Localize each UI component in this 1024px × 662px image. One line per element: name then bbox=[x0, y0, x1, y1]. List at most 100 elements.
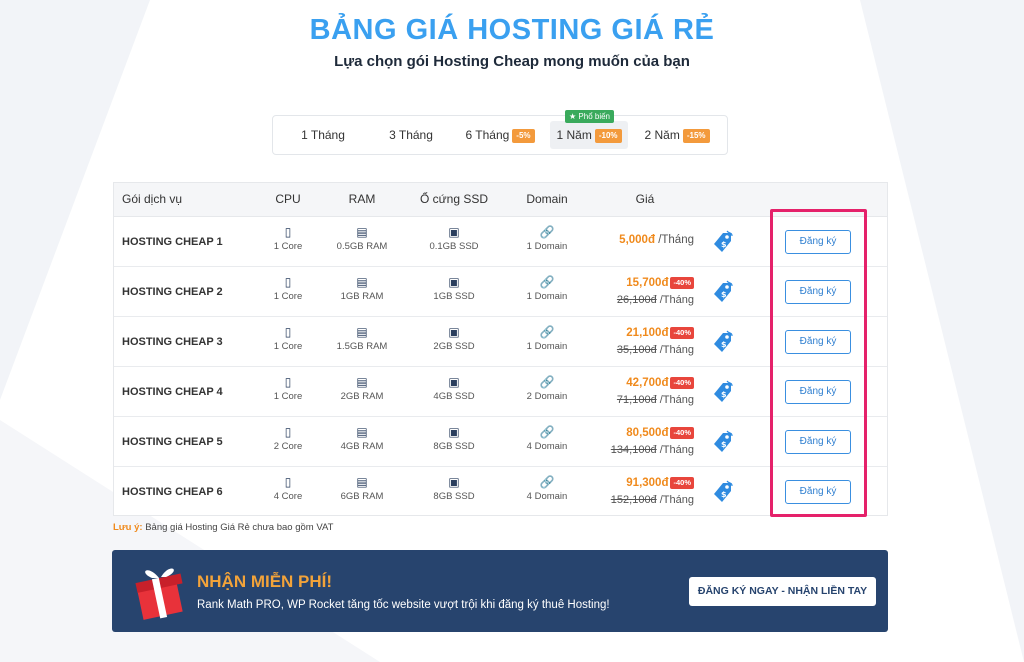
vat-note: Lưu ý: Bảng giá Hosting Giá Rẻ chưa bao … bbox=[113, 522, 334, 533]
price-tag-icon: $ bbox=[711, 480, 733, 504]
discount-badge: -40% bbox=[670, 277, 694, 289]
promo-title: NHẬN MIỄN PHÍ! bbox=[197, 572, 333, 591]
price: 21,100đ -40% bbox=[626, 327, 694, 339]
svg-text:$: $ bbox=[721, 490, 727, 499]
ram-spec: ▤ 6GB RAM bbox=[322, 473, 402, 502]
promo-description: Rank Math PRO, WP Rocket tăng tốc websit… bbox=[197, 599, 610, 611]
period-tabs: 1 Tháng 3 Tháng 6 Tháng -5% 1 Năm -10% 2 N… bbox=[272, 115, 728, 155]
header-ram: RAM bbox=[348, 192, 376, 206]
ssd-spec: ▣ 0.1GB SSD bbox=[414, 223, 494, 252]
link-icon: 🔗 bbox=[539, 475, 555, 489]
hdd-icon: ▣ bbox=[448, 475, 460, 489]
price-tag-icon: $ bbox=[711, 330, 733, 354]
discount-badge: -5% bbox=[512, 128, 535, 143]
table-header: Gói dịch vụ CPU RAM Ổ cứng SSD Domain Gi… bbox=[114, 183, 887, 217]
register-button[interactable]: Đăng ký bbox=[785, 380, 851, 404]
memory-icon: ▤ bbox=[356, 325, 368, 339]
table-row: HOSTING CHEAP 1 ▯ 1 Core ▤ 0.5GB RAM ▣ 0.1GB S… bbox=[114, 217, 887, 267]
domain-spec: 🔗 1 Domain bbox=[507, 273, 587, 302]
price: 5,000đ /Tháng bbox=[619, 234, 694, 246]
tab-3-month[interactable]: 3 Tháng bbox=[379, 121, 443, 149]
memory-icon: ▤ bbox=[356, 275, 368, 289]
table-row: HOSTING CHEAP 5 ▯ 2 Core ▤ 4GB RAM ▣ 8GB SSD 🔗 4… bbox=[114, 417, 887, 467]
chip-icon: ▯ bbox=[284, 375, 292, 389]
hdd-icon: ▣ bbox=[448, 275, 460, 289]
domain-spec: 🔗 2 Domain bbox=[507, 373, 587, 402]
svg-text:$: $ bbox=[721, 340, 727, 349]
header-cpu: CPU bbox=[275, 192, 301, 206]
discount-badge: -10% bbox=[594, 128, 622, 143]
table-row: HOSTING CHEAP 6 ▯ 4 Core ▤ 6GB RAM ▣ 8GB SSD 🔗 4… bbox=[114, 467, 887, 517]
price: 91,300đ -40% bbox=[626, 477, 694, 489]
register-button[interactable]: Đăng ký bbox=[785, 430, 851, 454]
price-tag-icon: $ bbox=[711, 380, 733, 404]
hdd-icon: ▣ bbox=[448, 225, 460, 239]
register-button[interactable]: Đăng ký bbox=[785, 230, 851, 254]
discount-badge: -40% bbox=[670, 477, 694, 489]
plan-name: HOSTING CHEAP 4 bbox=[122, 386, 223, 398]
link-icon: 🔗 bbox=[539, 225, 555, 239]
register-now-button[interactable]: ĐĂNG KÝ NGAY - NHẬN LIỀN TAY bbox=[689, 577, 876, 606]
header-price: Giá bbox=[635, 192, 655, 206]
tab-2-year[interactable]: 2 Năm -15% bbox=[638, 121, 716, 149]
register-button[interactable]: Đăng ký bbox=[785, 480, 851, 504]
star-icon: ★ bbox=[569, 112, 577, 121]
register-button[interactable]: Đăng ký bbox=[785, 330, 851, 354]
plan-name: HOSTING CHEAP 6 bbox=[122, 486, 223, 498]
discount-badge: -15% bbox=[682, 128, 710, 143]
cpu-spec: ▯ 1 Core bbox=[248, 323, 328, 352]
svg-text:$: $ bbox=[721, 440, 727, 449]
domain-spec: 🔗 4 Domain bbox=[507, 423, 587, 452]
ssd-spec: ▣ 1GB SSD bbox=[414, 273, 494, 302]
link-icon: 🔗 bbox=[539, 275, 555, 289]
gift-icon bbox=[135, 568, 183, 620]
domain-spec: 🔗 4 Domain bbox=[507, 473, 587, 502]
cpu-spec: ▯ 4 Core bbox=[248, 473, 328, 502]
price: 42,700đ -40% bbox=[626, 377, 694, 389]
ram-spec: ▤ 0.5GB RAM bbox=[322, 223, 402, 252]
promo-banner: NHẬN MIỄN PHÍ! Rank Math PRO, WP Rocket … bbox=[112, 550, 888, 632]
hdd-icon: ▣ bbox=[448, 425, 460, 439]
chip-icon: ▯ bbox=[284, 325, 292, 339]
tab-6-month[interactable]: 6 Tháng -5% bbox=[459, 121, 541, 149]
chip-icon: ▯ bbox=[284, 475, 292, 489]
page-subtitle: Lựa chọn gói Hosting Cheap mong muốn của… bbox=[334, 53, 690, 70]
old-price: 26,100đ /Tháng bbox=[616, 294, 694, 306]
price: 80,500đ -40% bbox=[626, 427, 694, 439]
price-tag-icon: $ bbox=[711, 230, 733, 254]
page-title: BẢNG GIÁ HOSTING GIÁ RẺ bbox=[309, 14, 715, 46]
tab-1-year[interactable]: 1 Năm -10% bbox=[550, 121, 628, 149]
header-service: Gói dịch vụ bbox=[122, 192, 183, 206]
plan-name: HOSTING CHEAP 5 bbox=[122, 436, 223, 448]
price-tag-icon: $ bbox=[711, 280, 733, 304]
hdd-icon: ▣ bbox=[448, 325, 460, 339]
svg-text:$: $ bbox=[721, 290, 727, 299]
memory-icon: ▤ bbox=[356, 475, 368, 489]
ssd-spec: ▣ 2GB SSD bbox=[414, 323, 494, 352]
chip-icon: ▯ bbox=[284, 275, 292, 289]
cpu-spec: ▯ 1 Core bbox=[248, 223, 328, 252]
ssd-spec: ▣ 8GB SSD bbox=[414, 473, 494, 502]
header-domain: Domain bbox=[526, 192, 568, 206]
register-button[interactable]: Đăng ký bbox=[785, 280, 851, 304]
ram-spec: ▤ 1.5GB RAM bbox=[322, 323, 402, 352]
tab-1-month[interactable]: 1 Tháng bbox=[291, 121, 355, 149]
table-row: HOSTING CHEAP 2 ▯ 1 Core ▤ 1GB RAM ▣ 1GB SSD 🔗 1… bbox=[114, 267, 887, 317]
ssd-spec: ▣ 8GB SSD bbox=[414, 423, 494, 452]
discount-badge: -40% bbox=[670, 377, 694, 389]
plan-name: HOSTING CHEAP 2 bbox=[122, 286, 223, 298]
hdd-icon: ▣ bbox=[448, 375, 460, 389]
table-row: HOSTING CHEAP 4 ▯ 1 Core ▤ 2GB RAM ▣ 4GB SSD 🔗 2… bbox=[114, 367, 887, 417]
ram-spec: ▤ 2GB RAM bbox=[322, 373, 402, 402]
link-icon: 🔗 bbox=[539, 425, 555, 439]
memory-icon: ▤ bbox=[356, 375, 368, 389]
domain-spec: 🔗 1 Domain bbox=[507, 223, 587, 252]
svg-text:$: $ bbox=[721, 240, 727, 249]
chip-icon: ▯ bbox=[284, 425, 292, 439]
ssd-spec: ▣ 4GB SSD bbox=[414, 373, 494, 402]
chip-icon: ▯ bbox=[284, 225, 292, 239]
ram-spec: ▤ 4GB RAM bbox=[322, 423, 402, 452]
price: 15,700đ -40% bbox=[626, 277, 694, 289]
memory-icon: ▤ bbox=[356, 425, 368, 439]
link-icon: 🔗 bbox=[539, 375, 555, 389]
